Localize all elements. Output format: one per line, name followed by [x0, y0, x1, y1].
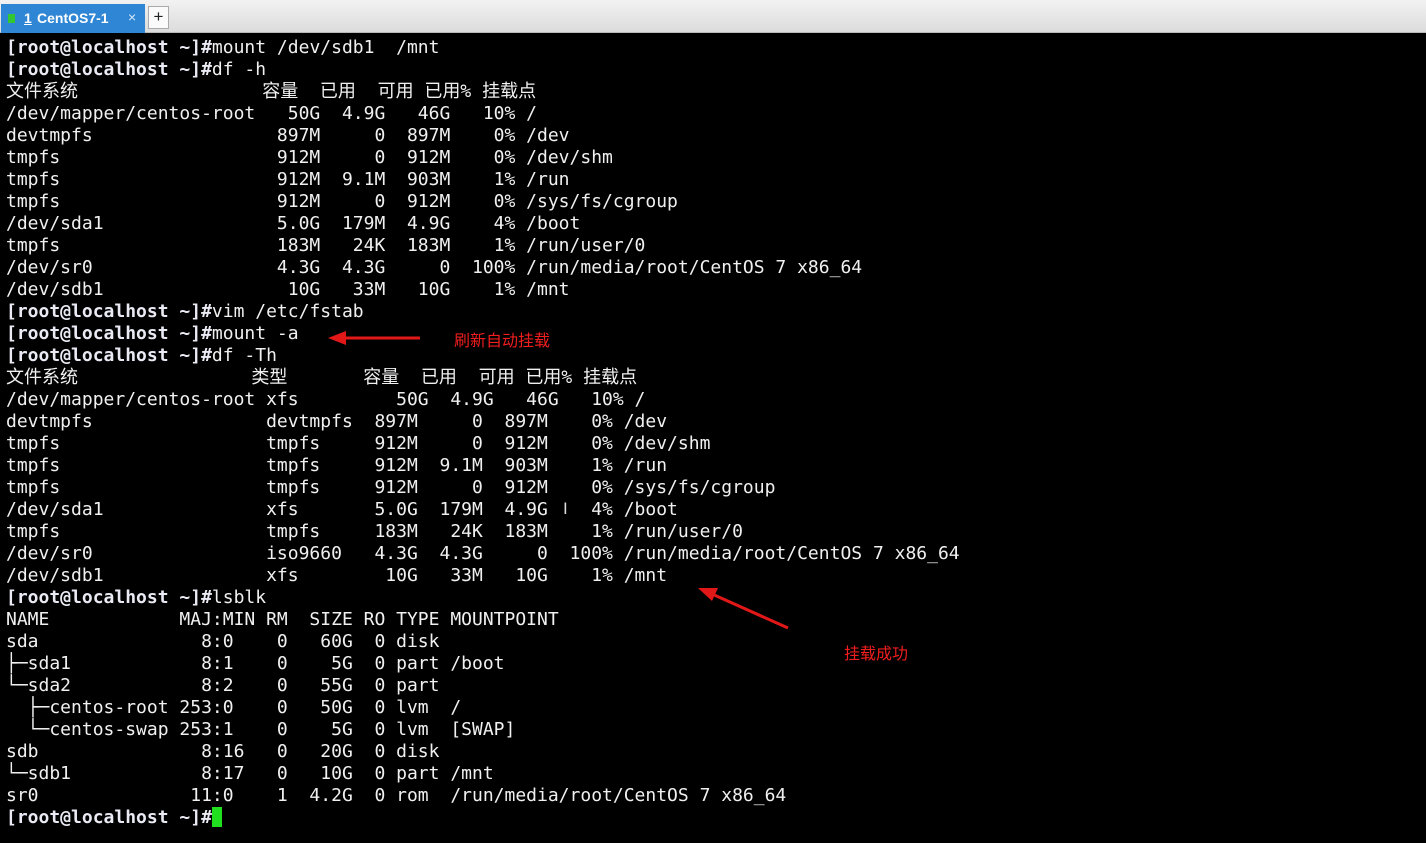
annotation-mount-success: 挂载成功 [844, 646, 909, 663]
tab-title: CentOS7-1 [37, 10, 109, 26]
session-tab[interactable]: 1 CentOS7-1 × [1, 4, 145, 33]
shell-prompt: [root@localhost ~]# [6, 301, 212, 322]
output-line: tmpfs tmpfs 912M 0 912M 0% /dev/shm [6, 433, 711, 454]
output-line: /dev/sdb1 xfs 10G 33M 10G 1% /mnt [6, 565, 668, 586]
output-line: 文件系统 容量 已用 可用 已用% 挂载点 [6, 81, 537, 102]
output-line: /dev/mapper/centos-root 50G 4.9G 46G 10%… [6, 103, 538, 124]
output-line: └─sda2 8:2 0 55G 0 part [6, 675, 451, 696]
terminal-output[interactable]: [root@localhost ~]#mount /dev/sdb1 /mnt[… [0, 37, 1426, 843]
close-tab-icon[interactable]: × [128, 9, 136, 25]
shell-prompt: [root@localhost ~]# [6, 59, 212, 80]
tab-bar: 1 CentOS7-1 × + [0, 0, 1426, 33]
output-line: sda 8:0 0 60G 0 disk [6, 631, 451, 652]
output-line: ├─sda1 8:1 0 5G 0 part /boot [6, 653, 505, 674]
command-text: vim /etc/fstab [211, 301, 364, 322]
tab-number: 1 [24, 10, 32, 26]
command-text: df -h [211, 59, 267, 80]
output-line: /dev/mapper/centos-root xfs 50G 4.9G 46G… [6, 389, 646, 410]
output-line: /dev/sdb1 10G 33M 10G 1% /mnt [6, 279, 570, 300]
command-line: [root@localhost ~]# [6, 807, 222, 829]
output-line: └─sdb1 8:17 0 10G 0 part /mnt [6, 763, 494, 784]
output-line: tmpfs 912M 9.1M 903M 1% /run [6, 169, 570, 190]
command-line: [root@localhost ~]#df -Th [6, 345, 277, 367]
output-line: sr0 11:0 1 4.2G 0 rom /run/media/root/Ce… [6, 785, 787, 806]
output-line: └─centos-swap 253:1 0 5G 0 lvm [SWAP] [6, 719, 516, 740]
command-line: [root@localhost ~]#mount /dev/sdb1 /mnt [6, 37, 439, 59]
shell-prompt: [root@localhost ~]# [6, 323, 212, 344]
shell-prompt: [root@localhost ~]# [6, 345, 212, 366]
output-line: ├─centos-root 253:0 0 50G 0 lvm / [6, 697, 462, 718]
output-line: tmpfs 912M 0 912M 0% /sys/fs/cgroup [6, 191, 678, 212]
output-line: tmpfs tmpfs 912M 0 912M 0% /sys/fs/cgrou… [6, 477, 776, 498]
output-line: sdb 8:16 0 20G 0 disk [6, 741, 451, 762]
shell-prompt: [root@localhost ~]# [6, 807, 212, 828]
shell-prompt: [root@localhost ~]# [6, 587, 212, 608]
output-line: devtmpfs 897M 0 897M 0% /dev [6, 125, 570, 146]
output-line: tmpfs 912M 0 912M 0% /dev/shm [6, 147, 613, 168]
command-line: [root@localhost ~]#mount -a [6, 323, 299, 345]
text-cursor-icon: I [563, 499, 568, 518]
command-text: mount -a [211, 323, 299, 344]
output-line: /dev/sda1 xfs 5.0G 179M 4.9G 4% /boot [6, 499, 678, 520]
output-line: tmpfs tmpfs 183M 24K 183M 1% /run/user/0 [6, 521, 743, 542]
output-line: devtmpfs devtmpfs 897M 0 897M 0% /dev [6, 411, 668, 432]
command-line: [root@localhost ~]#vim /etc/fstab [6, 301, 364, 323]
annotation-refresh-automount: 刷新自动挂载 [454, 333, 551, 350]
output-line: /dev/sda1 5.0G 179M 4.9G 4% /boot [6, 213, 581, 234]
command-text: mount /dev/sdb1 /mnt [211, 37, 440, 58]
output-line: NAME MAJ:MIN RM SIZE RO TYPE MOUNTPOINT [6, 609, 559, 630]
command-line: [root@localhost ~]#df -h [6, 59, 266, 81]
command-text: df -Th [211, 345, 277, 366]
connected-status-icon [8, 14, 15, 23]
terminal-cursor[interactable] [211, 807, 222, 827]
new-tab-button[interactable]: + [148, 6, 169, 29]
command-line: [root@localhost ~]#lsblk [6, 587, 266, 609]
output-line: /dev/sr0 iso9660 4.3G 4.3G 0 100% /run/m… [6, 543, 960, 564]
shell-prompt: [root@localhost ~]# [6, 37, 212, 58]
command-text: lsblk [211, 587, 267, 608]
output-line: /dev/sr0 4.3G 4.3G 0 100% /run/media/roo… [6, 257, 863, 278]
output-line: 文件系统 类型 容量 已用 可用 已用% 挂载点 [6, 367, 638, 388]
output-line: tmpfs tmpfs 912M 9.1M 903M 1% /run [6, 455, 668, 476]
output-line: tmpfs 183M 24K 183M 1% /run/user/0 [6, 235, 646, 256]
